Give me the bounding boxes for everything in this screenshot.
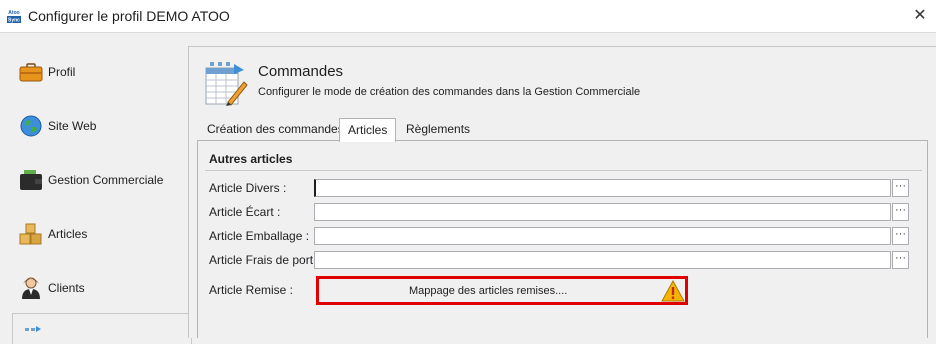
article-ecart-browse-button[interactable]: ··· (892, 203, 909, 221)
article-emballage-label: Article Emballage : (209, 229, 310, 243)
sidebar-item-selected[interactable] (12, 313, 192, 344)
globe-icon (20, 115, 42, 137)
article-emballage-field[interactable] (314, 227, 891, 245)
article-ecart-field[interactable] (314, 203, 891, 221)
sidebar-item-gestion-commerciale[interactable]: Gestion Commerciale (18, 166, 188, 194)
tab-reglements[interactable]: Règlements (398, 118, 478, 140)
article-frais-de-port-browse-button[interactable]: ··· (892, 251, 909, 269)
orders-icon (25, 326, 41, 332)
atoo-sync-logo-icon: Atoo Sync (6, 8, 22, 24)
svg-text:Atoo: Atoo (8, 10, 19, 16)
close-button[interactable]: ✕ (908, 5, 932, 27)
article-divers-browse-button[interactable]: ··· (892, 179, 909, 197)
sidebar-item-label: Articles (48, 227, 88, 241)
article-ecart-label: Article Écart : (209, 205, 281, 219)
sidebar-item-label: Profil (48, 65, 76, 79)
page-description: Configurer le mode de création des comma… (258, 86, 641, 98)
person-icon (22, 277, 40, 299)
sidebar-item-site-web[interactable]: Site Web (18, 112, 188, 140)
sidebar-item-label: Gestion Commerciale (48, 173, 164, 187)
tab-articles[interactable]: Articles (339, 118, 397, 142)
article-remise-label: Article Remise : (209, 283, 294, 297)
sidebar-item-profil[interactable]: Profil (18, 58, 188, 86)
wallet-icon (20, 170, 42, 190)
article-divers-label: Article Divers : (209, 181, 287, 195)
briefcase-icon (19, 63, 43, 82)
article-divers-field[interactable] (314, 179, 891, 197)
order-sheet-icon (205, 62, 248, 106)
title-bar: Atoo Sync Configurer le profil DEMO ATOO… (0, 0, 936, 32)
sidebar-item-label: Site Web (48, 119, 97, 133)
section-divider (205, 170, 922, 171)
mappage-label: Mappage des articles remises.... (409, 285, 568, 297)
sidebar: Profil Site Web Gestion Commerciale Arti… (0, 33, 192, 344)
sidebar-item-label: Clients (48, 281, 85, 295)
svg-text:Sync: Sync (8, 18, 20, 24)
boxes-icon (19, 223, 42, 245)
mappage-articles-remises-button[interactable]: Mappage des articles remises.... (316, 276, 688, 305)
sidebar-item-clients[interactable]: Clients (18, 274, 188, 302)
article-frais-de-port-field[interactable] (314, 251, 891, 269)
warning-icon (661, 280, 685, 302)
article-frais-de-port-label: Article Frais de port : (209, 253, 320, 267)
section-title: Autres articles (209, 152, 293, 166)
window-title: Configurer le profil DEMO ATOO (28, 8, 230, 24)
tab-creation-des-commandes[interactable]: Création des commandes (199, 118, 352, 140)
article-emballage-browse-button[interactable]: ··· (892, 227, 909, 245)
page-title: Commandes (258, 63, 344, 80)
sidebar-item-articles[interactable]: Articles (18, 220, 188, 248)
